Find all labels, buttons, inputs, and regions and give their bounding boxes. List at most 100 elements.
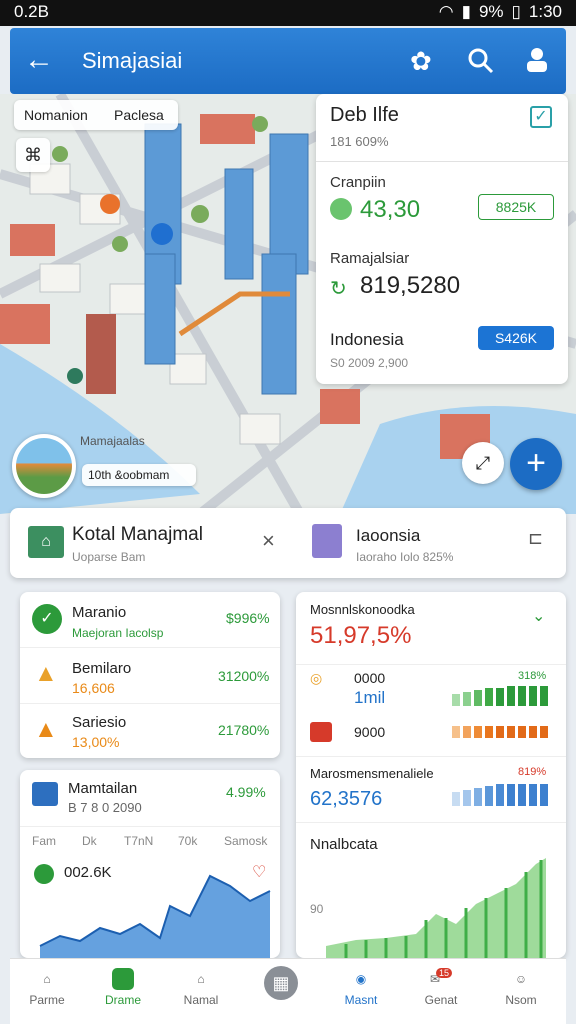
bottom-nav: ⌂ Parme Drame ⌂ Namal ▦ ◉ Masnt ✉ 15 Genat ☺ N… [10,958,566,1024]
bike-icon: ◎ [310,670,323,686]
mail-icon: ✉ 15 [406,965,476,993]
app-title: Simajasiai [82,48,183,73]
overlay-row3-label: Indonesia [330,330,404,349]
status-bar: 0.2B ◠ ▮ 9% ▯ 1:30 [0,0,576,26]
nav-item-profile[interactable]: ☺ Nsom [486,965,556,1007]
nav-label: Masnt [344,993,378,1007]
back-arrow-icon[interactable]: ← [24,43,54,77]
map-thumbnail[interactable] [12,434,76,498]
nav-item-center[interactable]: ▦ [246,963,316,1003]
green-bar-row [452,686,548,706]
leaf-icon [330,198,352,220]
signal-icon: ▮ [461,2,471,21]
right-r3-title: Marosmensmenaliele [310,766,434,781]
battery-percent: 9% [478,2,504,21]
swap-icon: ↻ [330,278,347,300]
right-r1-value: 0000 [354,670,386,686]
right-title: Mosnnlskonoodka [310,602,415,617]
map-sea-label: Mamajaalas [80,434,145,448]
list-item-value: 31200% [218,668,270,684]
nav-label: Parme [29,993,65,1007]
location-info-strip: ⌂ Kotal Manajmal Uoparse Bam × Iaoonsia … [10,508,566,578]
battery-icon: ▯ [511,2,521,21]
clover-icon[interactable]: ✿ [410,46,432,77]
leaf-tab-icon [88,965,158,993]
list-item-name: Sariesio [72,714,127,731]
overlay-row1-value: 43,30 [360,196,421,223]
overlay-row2-label: Ramajalsiar [330,250,410,267]
info-right-title: Iaoonsia [356,526,421,545]
overlay-row3-sub: S0 2009 2,900 [330,356,409,370]
person-icon: ☺ [514,972,528,986]
home-icon: ⌂ [43,972,51,986]
overlay-subtitle: 181 609% [330,134,389,149]
right-r3-value: 62,3576 [310,788,383,810]
calendar-icon [32,782,58,806]
stats-sub: B 7 8 0 2090 [68,800,142,815]
nav-item-masnt[interactable]: ◉ Masnt [326,965,396,1007]
overlay-title: Deb Ilfe [330,104,399,126]
camera-icon [310,722,332,742]
metrics-card: Mosnnlskonoodka ⌄ 51,97,5% ◎ 0000 1mil 3… [296,592,566,958]
notification-badge: 15 [436,968,453,978]
green-bar-chart [326,858,546,958]
bookmark-icon[interactable]: ⊏ [528,528,543,549]
nav-item-home[interactable]: ⌂ Parme [12,965,82,1007]
overlay-row1-label: Cranpiin [330,174,386,191]
nav-label: Genat [424,993,458,1007]
list-item-sub: 13,00% [72,734,120,750]
scale-bar: 10th &oobmam [82,464,196,486]
overlay-row3-pill[interactable]: S426K [478,326,554,350]
map-layer-chips: Nomanion Paclesa [14,100,178,130]
right-axis-label: 90 [310,902,324,916]
checkbox-icon[interactable]: ✓ [530,106,552,128]
search-icon[interactable] [466,46,494,74]
profile-icon[interactable] [522,44,552,74]
list-item-name: Maranio [72,604,127,621]
app-bar: ← Simajasiai ✿ [10,28,566,94]
list-item-sub: Maejoran Iacolsp [72,626,164,640]
nav-label: Namal [183,993,219,1007]
chip-right[interactable]: Paclesa [114,107,164,123]
right-r3-pct: 819% [518,766,547,778]
right-r4-title: Nnalbcata [310,836,378,853]
col-label: Samosk [224,834,268,848]
list-item-value: $996% [226,610,270,626]
wifi-icon: ◠ [438,2,454,21]
compass-icon[interactable]: ⌘ [16,138,50,172]
nav-item-drame[interactable]: Drame [88,965,158,1007]
stats-title: Mamtailan [68,780,138,797]
region-list-card: ✓ Maranio Maejoran Iacolsp $996% ▲ Bemil… [20,592,280,758]
list-item-sub: 16,606 [72,680,115,696]
nav-item-namal[interactable]: ⌂ Namal [166,965,236,1007]
overlay-summary-card: Deb Ilfe 181 609% ✓ Cranpiin 43,30 8825K… [316,94,568,384]
right-r1-sub: 1mil [354,688,386,707]
overlay-row1-pill[interactable]: 8825K [478,194,554,220]
list-item[interactable]: ✓ Maranio Maejoran Iacolsp $996% [20,592,280,648]
add-fab-button[interactable]: + [510,438,562,490]
chip-left[interactable]: Nomanion [24,107,88,123]
list-item[interactable]: ▲ Bemilaro 16,606 31200% [20,648,280,704]
orange-bar-row [452,726,548,738]
locate-icon[interactable]: ⤢ [462,442,504,484]
chevron-down-icon[interactable]: ⌄ [532,606,545,626]
bank-icon: ⌂ [28,526,64,558]
close-icon[interactable]: × [262,528,275,554]
nav-label: Drame [104,993,141,1007]
nav-item-genat[interactable]: ✉ 15 Genat [406,965,476,1007]
building-icon [312,524,342,558]
check-icon: ✓ [32,604,62,634]
col-label: Fam [32,834,56,848]
cone-icon: ▲ [34,716,58,743]
list-item[interactable]: ▲ Sariesio 13,00% 21780% [20,704,280,758]
overlay-row2-value: 819,5280 [360,272,461,299]
info-left-sub: Uoparse Bam [72,550,146,564]
list-item-name: Bemilaro [72,660,132,677]
blue-bar-row [452,784,548,806]
right-r1-pct: 318% [518,670,547,682]
warning-icon: ▲ [34,660,58,687]
col-label: 70k [178,834,198,848]
stats-chart-card: Mamtailan B 7 8 0 2090 4.99% Fam Dk T7nN… [20,770,280,958]
info-right-sub: Iaoraho Iolo 825% [356,550,454,564]
scale-label: 10th &oobmam [88,468,170,482]
